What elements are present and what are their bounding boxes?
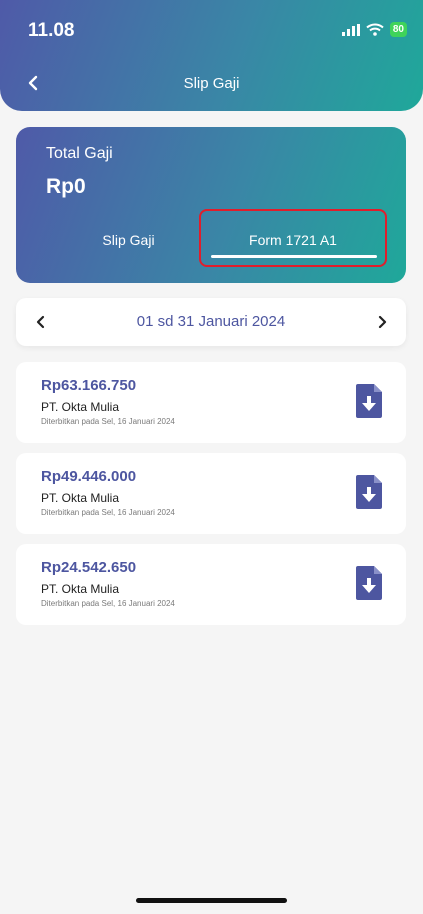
- file-download-icon[interactable]: [356, 566, 382, 600]
- signal-icon: [341, 23, 360, 36]
- file-download-icon[interactable]: [356, 384, 382, 418]
- status-time: 11.08: [28, 20, 75, 41]
- slip-company: PT. Okta Mulia: [41, 491, 120, 505]
- slip-item[interactable]: Rp49.446.000 PT. Okta Mulia Diterbitkan …: [16, 453, 406, 534]
- home-indicator[interactable]: [136, 898, 287, 903]
- total-salary-amount: Rp0: [46, 175, 86, 198]
- total-salary-card: Total Gaji Rp0 Slip Gaji Form 1721 A1: [16, 127, 406, 283]
- page-title: Slip Gaji: [183, 75, 240, 92]
- slip-amount: Rp24.542.650: [41, 559, 137, 576]
- highlight-annotation: [199, 209, 387, 267]
- slip-company: PT. Okta Mulia: [41, 582, 120, 596]
- app-header: 11.08 80 Slip Gaji: [0, 0, 423, 111]
- wifi-icon: [366, 23, 384, 36]
- status-icons: 80: [341, 22, 407, 37]
- slip-item[interactable]: Rp63.166.750 PT. Okta Mulia Diterbitkan …: [16, 362, 406, 443]
- slip-amount: Rp63.166.750: [41, 377, 137, 394]
- slip-item[interactable]: Rp24.542.650 PT. Okta Mulia Diterbitkan …: [16, 544, 406, 625]
- slip-issued-date: Diterbitkan pada Sel, 16 Januari 2024: [41, 508, 175, 517]
- total-salary-label: Total Gaji: [46, 145, 113, 162]
- chevron-right-icon: [378, 315, 386, 329]
- file-download-icon[interactable]: [356, 475, 382, 509]
- period-label: 01 sd 31 Januari 2024: [136, 313, 286, 330]
- battery-indicator: 80: [389, 22, 407, 37]
- slip-list: Rp63.166.750 PT. Okta Mulia Diterbitkan …: [16, 362, 406, 635]
- next-period-button[interactable]: [372, 312, 392, 332]
- period-selector: 01 sd 31 Januari 2024: [16, 298, 406, 346]
- slip-issued-date: Diterbitkan pada Sel, 16 Januari 2024: [41, 417, 175, 426]
- slip-amount: Rp49.446.000: [41, 468, 137, 485]
- slip-issued-date: Diterbitkan pada Sel, 16 Januari 2024: [41, 599, 175, 608]
- tab-slip-gaji[interactable]: Slip Gaji: [46, 223, 211, 257]
- slip-company: PT. Okta Mulia: [41, 400, 120, 414]
